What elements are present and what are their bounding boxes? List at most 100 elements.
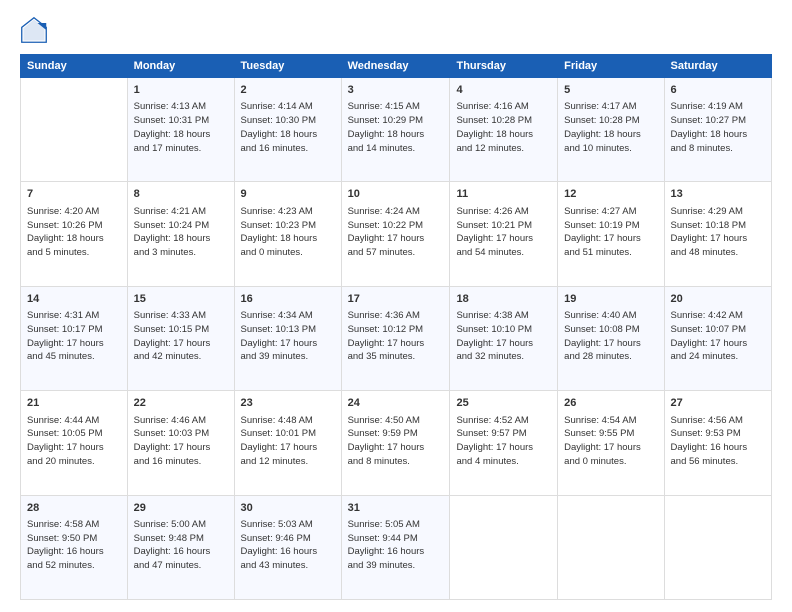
day-info: Sunrise: 5:05 AM Sunset: 9:44 PM Dayligh… (348, 518, 444, 573)
day-info: Sunrise: 4:23 AM Sunset: 10:23 PM Daylig… (241, 205, 335, 260)
weekday-header-friday: Friday (558, 55, 664, 78)
day-number: 9 (241, 187, 335, 202)
page: SundayMondayTuesdayWednesdayThursdayFrid… (0, 0, 792, 612)
day-cell: 26Sunrise: 4:54 AM Sunset: 9:55 PM Dayli… (558, 391, 664, 495)
day-info: Sunrise: 4:14 AM Sunset: 10:30 PM Daylig… (241, 100, 335, 155)
week-row-1: 7Sunrise: 4:20 AM Sunset: 10:26 PM Dayli… (21, 182, 772, 286)
day-cell: 21 Sunrise: 4:44 AM Sunset: 10:05 PM Dayl… (21, 391, 128, 495)
day-info: Sunrise: 4:48 AM Sunset: 10:01 PM Daylig… (241, 414, 335, 469)
day-info: Sunrise: 4:40 AM Sunset: 10:08 PM Daylig… (564, 309, 657, 364)
day-cell (664, 495, 771, 599)
day-number: 16 (241, 292, 335, 307)
day-cell: 23 Sunrise: 4:48 AM Sunset: 10:01 PM Dayl… (234, 391, 341, 495)
day-cell: 1 Sunrise: 4:13 AM Sunset: 10:31 PM Dayli… (127, 78, 234, 182)
day-cell (558, 495, 664, 599)
day-number: 29 (134, 501, 228, 516)
day-info: Sunrise: 4:54 AM Sunset: 9:55 PM Dayligh… (564, 414, 657, 469)
day-number: 6 (671, 83, 765, 98)
day-number: 21 (27, 396, 121, 411)
day-number: 5 (564, 83, 657, 98)
day-cell: 18 Sunrise: 4:38 AM Sunset: 10:10 PM Dayl… (450, 286, 558, 390)
day-number: 15 (134, 292, 228, 307)
day-cell: 6Sunrise: 4:19 AM Sunset: 10:27 PM Dayli… (664, 78, 771, 182)
day-number: 25 (456, 396, 551, 411)
week-row-4: 28 Sunrise: 4:58 AM Sunset: 9:50 PM Dayli… (21, 495, 772, 599)
day-info: Sunrise: 4:16 AM Sunset: 10:28 PM Daylig… (456, 100, 551, 155)
day-info: Sunrise: 4:31 AM Sunset: 10:17 PM Daylig… (27, 309, 121, 364)
day-info: Sunrise: 4:58 AM Sunset: 9:50 PM Dayligh… (27, 518, 121, 573)
day-cell: 31 Sunrise: 5:05 AM Sunset: 9:44 PM Dayli… (341, 495, 450, 599)
day-cell: 29 Sunrise: 5:00 AM Sunset: 9:48 PM Dayli… (127, 495, 234, 599)
day-cell (450, 495, 558, 599)
day-cell: 22Sunrise: 4:46 AM Sunset: 10:03 PM Dayl… (127, 391, 234, 495)
day-cell: 7Sunrise: 4:20 AM Sunset: 10:26 PM Dayli… (21, 182, 128, 286)
day-cell: 13 Sunrise: 4:29 AM Sunset: 10:18 PM Dayl… (664, 182, 771, 286)
day-info: Sunrise: 4:50 AM Sunset: 9:59 PM Dayligh… (348, 414, 444, 469)
day-cell: 25 Sunrise: 4:52 AM Sunset: 9:57 PM Dayli… (450, 391, 558, 495)
weekday-header-wednesday: Wednesday (341, 55, 450, 78)
day-number: 1 (134, 83, 228, 98)
day-info: Sunrise: 4:44 AM Sunset: 10:05 PM Daylig… (27, 414, 121, 469)
day-cell: 4 Sunrise: 4:16 AM Sunset: 10:28 PM Dayli… (450, 78, 558, 182)
day-info: Sunrise: 4:33 AM Sunset: 10:15 PM Daylig… (134, 309, 228, 364)
day-number: 24 (348, 396, 444, 411)
day-cell: 3Sunrise: 4:15 AM Sunset: 10:29 PM Dayli… (341, 78, 450, 182)
day-cell: 30Sunrise: 5:03 AM Sunset: 9:46 PM Dayli… (234, 495, 341, 599)
day-info: Sunrise: 4:13 AM Sunset: 10:31 PM Daylig… (134, 100, 228, 155)
day-info: Sunrise: 4:34 AM Sunset: 10:13 PM Daylig… (241, 309, 335, 364)
day-cell: 8 Sunrise: 4:21 AM Sunset: 10:24 PM Dayli… (127, 182, 234, 286)
day-cell: 16 Sunrise: 4:34 AM Sunset: 10:13 PM Dayl… (234, 286, 341, 390)
day-info: Sunrise: 4:42 AM Sunset: 10:07 PM Daylig… (671, 309, 765, 364)
day-cell (21, 78, 128, 182)
weekday-header-sunday: Sunday (21, 55, 128, 78)
day-number: 12 (564, 187, 657, 202)
day-number: 3 (348, 83, 444, 98)
day-info: Sunrise: 4:26 AM Sunset: 10:21 PM Daylig… (456, 205, 551, 260)
day-info: Sunrise: 4:21 AM Sunset: 10:24 PM Daylig… (134, 205, 228, 260)
day-cell: 28 Sunrise: 4:58 AM Sunset: 9:50 PM Dayli… (21, 495, 128, 599)
week-row-0: 1 Sunrise: 4:13 AM Sunset: 10:31 PM Dayli… (21, 78, 772, 182)
day-cell: 24 Sunrise: 4:50 AM Sunset: 9:59 PM Dayli… (341, 391, 450, 495)
day-number: 14 (27, 292, 121, 307)
day-number: 10 (348, 187, 444, 202)
day-number: 22 (134, 396, 228, 411)
day-info: Sunrise: 4:20 AM Sunset: 10:26 PM Daylig… (27, 205, 121, 260)
day-number: 8 (134, 187, 228, 202)
header (20, 16, 772, 44)
day-number: 19 (564, 292, 657, 307)
weekday-header-row: SundayMondayTuesdayWednesdayThursdayFrid… (21, 55, 772, 78)
day-number: 13 (671, 187, 765, 202)
day-info: Sunrise: 4:38 AM Sunset: 10:10 PM Daylig… (456, 309, 551, 364)
day-number: 17 (348, 292, 444, 307)
day-info: Sunrise: 4:17 AM Sunset: 10:28 PM Daylig… (564, 100, 657, 155)
day-number: 31 (348, 501, 444, 516)
day-cell: 20Sunrise: 4:42 AM Sunset: 10:07 PM Dayl… (664, 286, 771, 390)
logo (20, 16, 52, 44)
day-number: 11 (456, 187, 551, 202)
weekday-header-saturday: Saturday (664, 55, 771, 78)
day-cell: 14 Sunrise: 4:31 AM Sunset: 10:17 PM Dayl… (21, 286, 128, 390)
day-info: Sunrise: 5:00 AM Sunset: 9:48 PM Dayligh… (134, 518, 228, 573)
weekday-header-tuesday: Tuesday (234, 55, 341, 78)
week-row-2: 14 Sunrise: 4:31 AM Sunset: 10:17 PM Dayl… (21, 286, 772, 390)
day-number: 4 (456, 83, 551, 98)
day-number: 23 (241, 396, 335, 411)
weekday-header-thursday: Thursday (450, 55, 558, 78)
day-cell: 2 Sunrise: 4:14 AM Sunset: 10:30 PM Dayli… (234, 78, 341, 182)
day-info: Sunrise: 4:27 AM Sunset: 10:19 PM Daylig… (564, 205, 657, 260)
week-row-3: 21 Sunrise: 4:44 AM Sunset: 10:05 PM Dayl… (21, 391, 772, 495)
day-info: Sunrise: 4:52 AM Sunset: 9:57 PM Dayligh… (456, 414, 551, 469)
day-number: 28 (27, 501, 121, 516)
day-info: Sunrise: 4:36 AM Sunset: 10:12 PM Daylig… (348, 309, 444, 364)
day-number: 27 (671, 396, 765, 411)
day-cell: 27Sunrise: 4:56 AM Sunset: 9:53 PM Dayli… (664, 391, 771, 495)
day-cell: 9 Sunrise: 4:23 AM Sunset: 10:23 PM Dayli… (234, 182, 341, 286)
day-info: Sunrise: 4:29 AM Sunset: 10:18 PM Daylig… (671, 205, 765, 260)
day-number: 18 (456, 292, 551, 307)
day-number: 2 (241, 83, 335, 98)
logo-icon (20, 16, 48, 44)
day-cell: 11 Sunrise: 4:26 AM Sunset: 10:21 PM Dayl… (450, 182, 558, 286)
day-cell: 10Sunrise: 4:24 AM Sunset: 10:22 PM Dayl… (341, 182, 450, 286)
day-info: Sunrise: 5:03 AM Sunset: 9:46 PM Dayligh… (241, 518, 335, 573)
day-cell: 17 Sunrise: 4:36 AM Sunset: 10:12 PM Dayl… (341, 286, 450, 390)
